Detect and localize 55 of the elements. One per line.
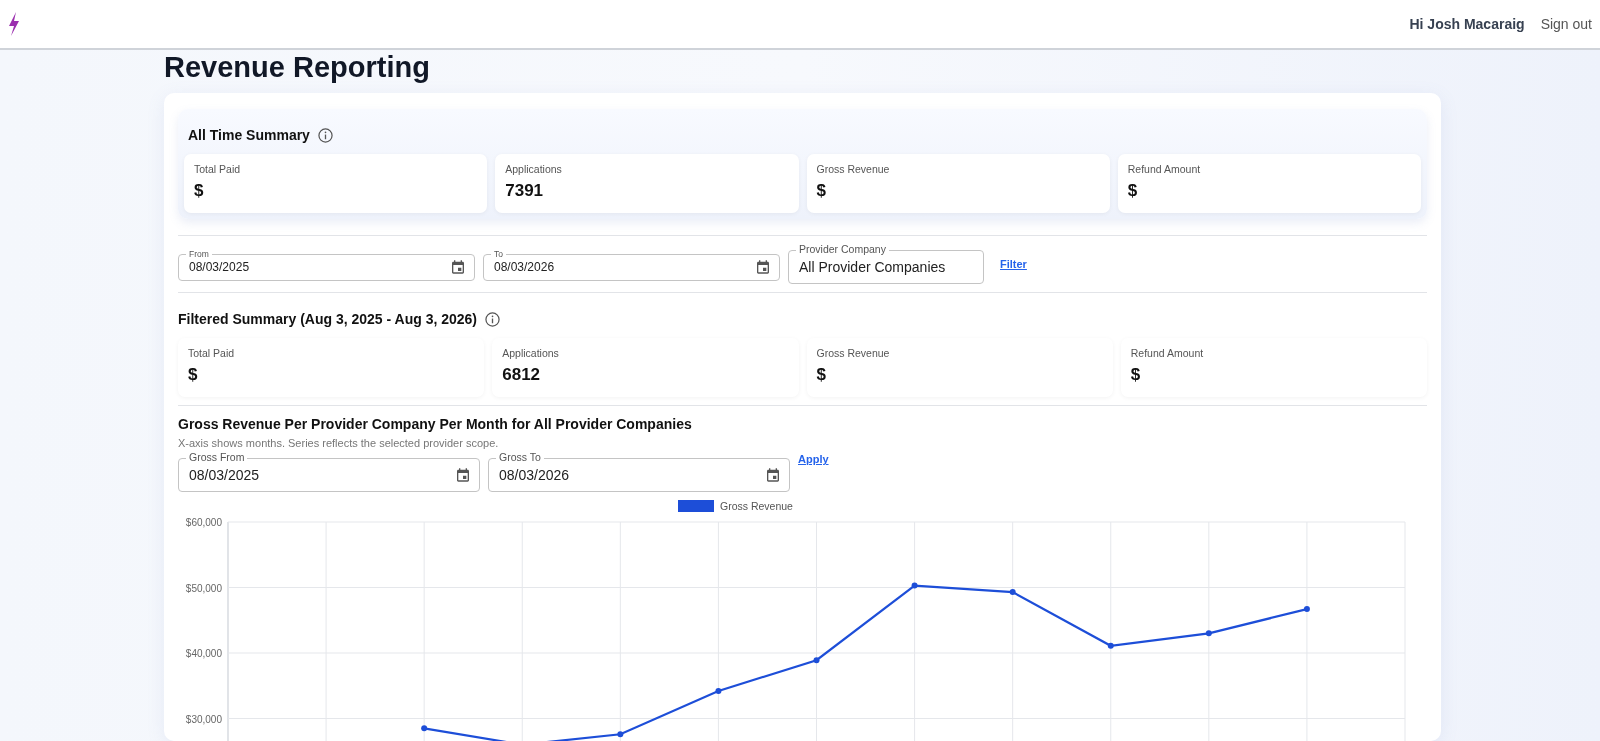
data-point [617, 731, 624, 738]
section-title: All Time Summary [188, 125, 310, 145]
user-greeting: Hi Josh Macaraig [1409, 14, 1525, 34]
date-input[interactable]: 08/03/2026 [494, 258, 755, 277]
stat-label: Gross Revenue [816, 161, 891, 177]
stat-value: $ [194, 179, 205, 202]
stat-value: $ [1127, 179, 1139, 202]
field-label: Gross To [496, 451, 544, 464]
calendar-icon[interactable] [450, 259, 466, 276]
stat-value: $ [188, 363, 199, 386]
stat-value: $ [816, 363, 827, 386]
apply-link[interactable]: Apply [798, 451, 829, 468]
data-point [1107, 643, 1114, 650]
date-input[interactable]: 08/03/2025 [189, 258, 450, 277]
filter-link[interactable]: Filter [1000, 255, 1027, 273]
stat-label: Gross Revenue [816, 345, 891, 361]
sign-out-link[interactable]: Sign out [1540, 13, 1592, 35]
y-axis-label: $60,000 [185, 517, 222, 529]
y-axis-label: $50,000 [185, 582, 222, 594]
calendar-icon[interactable] [755, 259, 771, 276]
data-point [715, 688, 722, 695]
stat-label: Refund Amount [1130, 345, 1205, 361]
info-icon[interactable] [317, 127, 333, 143]
stat-label: Total Paid [194, 161, 242, 177]
field-label: Gross From [186, 451, 248, 464]
stat-value: 6812 [502, 363, 542, 386]
info-icon[interactable] [485, 311, 501, 327]
legend-swatch[interactable] [678, 500, 714, 513]
stat-label: Total Paid [188, 345, 236, 361]
data-point [1303, 606, 1310, 613]
date-input[interactable]: 08/03/2025 [189, 464, 455, 486]
section-title: Filtered Summary (Aug 3, 2025 - Aug 3, 2026) [178, 309, 478, 329]
data-point [1009, 589, 1016, 596]
stat-value: $ [1130, 363, 1142, 386]
date-input[interactable]: 08/03/2026 [499, 464, 765, 486]
calendar-icon[interactable] [455, 467, 471, 484]
stat-value: 7391 [505, 179, 545, 202]
y-axis-label: $30,000 [185, 713, 222, 725]
y-axis-label: $40,000 [185, 648, 222, 660]
stat-label: Applications [502, 345, 560, 361]
data-point [1205, 630, 1212, 637]
stat-label: Applications [505, 161, 563, 177]
chart-title: Gross Revenue Per Provider Company Per Month for All Provider Companies [178, 414, 693, 434]
data-point [421, 725, 428, 732]
field-label: Provider Company [796, 243, 889, 256]
data-point [813, 657, 820, 664]
calendar-icon[interactable] [765, 467, 781, 484]
stat-value: $ [816, 179, 827, 202]
data-point [911, 582, 918, 589]
chart-subtitle: X-axis shows months. Series reflects the selected provider scope. [178, 435, 500, 451]
page-title: Revenue Reporting [164, 50, 431, 85]
select-input[interactable]: All Provider Companies [799, 256, 980, 278]
legend-label: Gross Revenue [720, 500, 793, 513]
stat-label: Refund Amount [1127, 161, 1202, 177]
lightning-logo-icon[interactable] [8, 12, 20, 36]
